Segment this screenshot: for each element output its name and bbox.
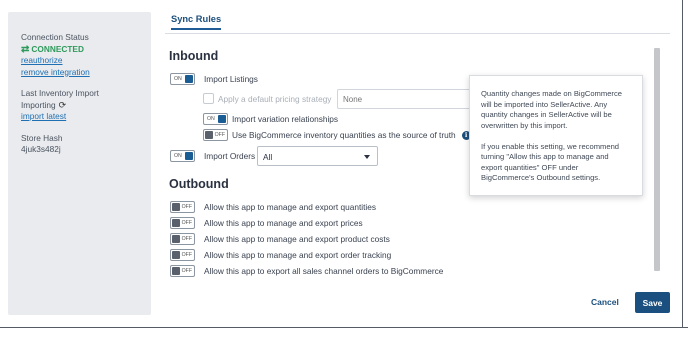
reauthorize-link[interactable]: reauthorize bbox=[21, 55, 138, 67]
tab-bar: Sync Rules bbox=[165, 14, 670, 34]
use-quantities-toggle[interactable]: OFF bbox=[203, 129, 228, 141]
connection-status-badge: ⇄ CONNECTED bbox=[21, 44, 138, 56]
import-orders-label: Import Orders bbox=[204, 151, 256, 161]
remove-integration-link[interactable]: remove integration bbox=[21, 67, 138, 79]
variation-relationships-label: Import variation relationships bbox=[232, 114, 339, 124]
export-prices-toggle[interactable]: OFF bbox=[170, 217, 195, 229]
import-orders-select[interactable]: All bbox=[257, 146, 378, 166]
use-quantities-label: Use BigCommerce inventory quantities as … bbox=[232, 130, 456, 140]
importing-status: Importing ⟳ bbox=[21, 100, 138, 112]
scrollbar[interactable] bbox=[654, 48, 660, 271]
connected-text: CONNECTED bbox=[31, 43, 84, 54]
export-orders-label: Allow this app to export all sales chann… bbox=[204, 266, 444, 276]
store-hash-value: 4juk3s482j bbox=[21, 144, 61, 154]
pricing-strategy-label: Apply a default pricing strategy bbox=[218, 93, 332, 104]
import-latest-link[interactable]: import latest bbox=[21, 111, 138, 123]
refresh-icon: ⟳ bbox=[58, 99, 67, 110]
tooltip-paragraph-1: Quantity changes made on BigCommerce wil… bbox=[481, 89, 622, 130]
export-tracking-label: Allow this app to manage and export orde… bbox=[204, 250, 392, 260]
importing-text: Importing bbox=[21, 99, 56, 110]
connection-status-label: Connection Status bbox=[21, 32, 89, 42]
outbound-row-prices: OFF Allow this app to manage and export … bbox=[170, 217, 363, 229]
connection-status-group: Connection Status ⇄ CONNECTED reauthoriz… bbox=[21, 32, 138, 78]
integration-sidebar: Connection Status ⇄ CONNECTED reauthoriz… bbox=[8, 12, 151, 315]
export-costs-label: Allow this app to manage and export prod… bbox=[204, 234, 390, 244]
import-listings-label: Import Listings bbox=[204, 74, 258, 84]
export-orders-toggle[interactable]: OFF bbox=[170, 265, 195, 277]
cancel-button[interactable]: Cancel bbox=[591, 297, 619, 307]
outbound-row-tracking: OFF Allow this app to manage and export … bbox=[170, 249, 391, 261]
outbound-row-quantities: OFF Allow this app to manage and export … bbox=[170, 201, 376, 213]
save-button[interactable]: Save bbox=[635, 292, 670, 313]
export-tracking-toggle[interactable]: OFF bbox=[170, 249, 195, 261]
store-hash-label: Store Hash bbox=[21, 132, 63, 143]
last-import-label: Last Inventory Import bbox=[21, 88, 99, 98]
pricing-strategy-input[interactable] bbox=[337, 89, 477, 109]
swap-arrows-icon: ⇄ bbox=[21, 43, 30, 55]
tooltip-paragraph-2: If you enable this setting, we recommend… bbox=[481, 141, 620, 183]
variation-relationships-row: ON Import variation relationships bbox=[203, 113, 338, 125]
import-orders-selected-value: All bbox=[263, 152, 273, 162]
tab-sync-rules[interactable]: Sync Rules bbox=[171, 14, 222, 30]
store-hash-group: Store Hash 4juk3s482j bbox=[21, 133, 138, 156]
outbound-title: Outbound bbox=[169, 177, 229, 191]
outbound-row-orders: OFF Allow this app to export all sales c… bbox=[170, 265, 443, 277]
import-listings-toggle[interactable]: ON bbox=[170, 73, 195, 85]
export-quantities-toggle[interactable]: OFF bbox=[170, 201, 195, 213]
pricing-strategy-checkbox[interactable] bbox=[203, 93, 214, 104]
last-import-group: Last Inventory Import Importing ⟳ import… bbox=[21, 88, 138, 123]
chevron-down-icon bbox=[364, 155, 370, 159]
frame-border-right bbox=[682, 0, 683, 328]
import-listings-row: ON Import Listings bbox=[170, 73, 258, 85]
pricing-strategy-row: Apply a default pricing strategy bbox=[203, 93, 331, 104]
quantities-tooltip: Quantity changes made on BigCommerce wil… bbox=[469, 75, 643, 196]
export-prices-label: Allow this app to manage and export pric… bbox=[204, 218, 363, 228]
import-orders-row: ON Import Orders bbox=[170, 150, 255, 162]
frame-border-bottom bbox=[0, 327, 688, 328]
import-orders-toggle[interactable]: ON bbox=[170, 150, 195, 162]
export-costs-toggle[interactable]: OFF bbox=[170, 233, 195, 245]
variation-relationships-toggle[interactable]: ON bbox=[203, 113, 228, 125]
inbound-title: Inbound bbox=[169, 49, 219, 63]
outbound-row-costs: OFF Allow this app to manage and export … bbox=[170, 233, 390, 245]
export-quantities-label: Allow this app to manage and export quan… bbox=[204, 202, 377, 212]
use-quantities-row: OFF Use BigCommerce inventory quantities… bbox=[203, 129, 471, 141]
